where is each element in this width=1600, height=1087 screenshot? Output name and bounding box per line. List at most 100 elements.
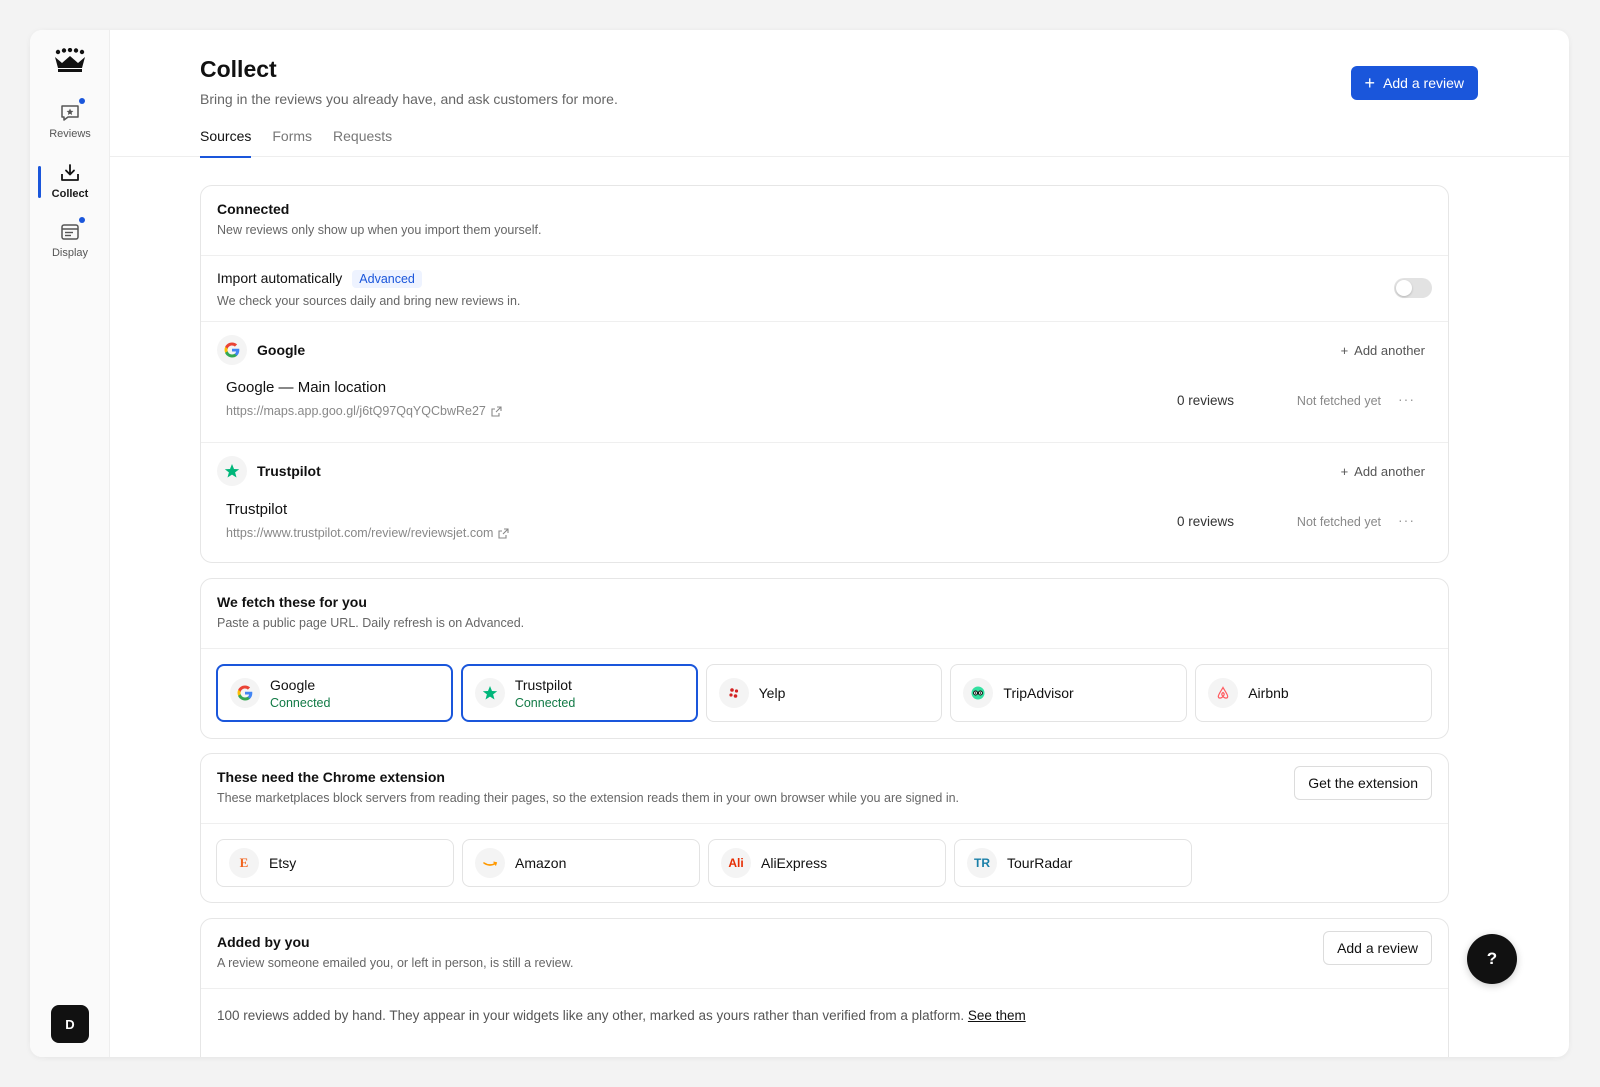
extension-platform-tiles: E Etsy Amazon Ali AliExpress TR TourRada…	[201, 824, 1448, 903]
tile-label: Trustpilot	[514, 676, 572, 693]
tile-label: Yelp	[758, 685, 786, 701]
add-another-google-button[interactable]: + Add another	[1341, 343, 1425, 358]
sidebar-item-display[interactable]: Display	[30, 217, 110, 271]
sidebar-item-label: Reviews	[49, 128, 91, 140]
source-row-google: Google + Add another Google — Main locati…	[201, 322, 1448, 443]
get-extension-button[interactable]: Get the extension	[1294, 766, 1432, 800]
tab-forms[interactable]: Forms	[272, 128, 312, 158]
sidebar-item-collect[interactable]: Collect	[30, 162, 110, 212]
tile-label: Airbnb	[1248, 685, 1289, 701]
source-heading: Google	[217, 335, 305, 365]
card-title: These need the Chrome extension	[217, 769, 445, 785]
import-automatically-row: Import automatically Advanced We check yo…	[201, 256, 1448, 322]
extension-header: These need the Chrome extension These ma…	[201, 754, 1448, 824]
more-options-icon[interactable]: ···	[1398, 512, 1415, 528]
owl-icon	[963, 678, 994, 708]
page-subtitle: Bring in the reviews you already have, a…	[200, 91, 618, 107]
platform-tile-tourradar[interactable]: TR TourRadar	[954, 839, 1192, 887]
plus-icon: +	[1364, 73, 1376, 93]
see-them-link[interactable]: See them	[968, 1008, 1026, 1023]
layout-icon	[59, 217, 85, 243]
platform-tile-trustpilot[interactable]: Trustpilot Connected	[460, 664, 698, 722]
plus-icon: +	[1340, 464, 1349, 479]
avatar[interactable]: D	[51, 1005, 89, 1043]
app-window: Reviews Collect Display D Collect Bring …	[30, 30, 1569, 1057]
tile-label: AliExpress	[761, 855, 828, 871]
external-link-icon[interactable]	[498, 527, 510, 539]
star-icon	[474, 678, 505, 708]
notification-dot	[79, 98, 85, 104]
add-review-secondary-button[interactable]: Add a review	[1323, 931, 1432, 965]
tab-sources[interactable]: Sources	[200, 128, 252, 158]
import-auto-title: Import automatically	[217, 270, 343, 286]
platform-tile-yelp[interactable]: Yelp	[705, 664, 943, 722]
add-another-trustpilot-button[interactable]: + Add another	[1341, 464, 1425, 479]
connected-card: Connected New reviews only show up when …	[200, 185, 1449, 563]
platform-tile-amazon[interactable]: Amazon	[462, 839, 700, 887]
location-title: Trustpilot	[226, 501, 288, 518]
fetch-status: Not fetched yet	[1296, 515, 1381, 529]
location-title: Google — Main location	[226, 379, 387, 396]
fetch-platform-tiles: Google Connected Trustpilot Connected Ye…	[201, 649, 1448, 738]
aliexpress-icon: Ali	[721, 848, 751, 878]
page-title: Collect	[200, 56, 277, 82]
help-button[interactable]: ?	[1467, 934, 1517, 984]
card-title: Added by you	[217, 934, 310, 950]
platform-tile-aliexpress[interactable]: Ali AliExpress	[708, 839, 946, 887]
import-auto-title-line: Import automatically Advanced	[217, 270, 1432, 288]
add-review-button[interactable]: + Add a review	[1350, 66, 1478, 100]
source-name: Trustpilot	[257, 463, 321, 479]
import-auto-toggle[interactable]	[1394, 278, 1432, 298]
add-review-label: Add a review	[1383, 75, 1464, 91]
tourradar-icon: TR	[967, 848, 997, 878]
source-row-trustpilot: Trustpilot + Add another Trustpilot https…	[201, 443, 1448, 563]
tile-label: TripAdvisor	[1003, 685, 1074, 701]
fetch-header: We fetch these for you Paste a public pa…	[201, 579, 1448, 649]
location-url[interactable]: https://www.trustpilot.com/review/review…	[226, 526, 493, 540]
tile-label: Etsy	[269, 855, 297, 871]
etsy-icon: E	[229, 848, 259, 878]
location-url[interactable]: https://maps.app.goo.gl/j6tQ97QqYQCbwRe2…	[226, 404, 486, 418]
add-another-label: Add another	[1354, 343, 1425, 358]
tab-bar: Sources Forms Requests	[200, 128, 392, 158]
review-count: 0 reviews	[1176, 393, 1234, 408]
tab-requests[interactable]: Requests	[333, 128, 392, 158]
location-url-line: https://www.trustpilot.com/review/review…	[226, 526, 510, 540]
google-icon	[217, 335, 247, 365]
sidebar-item-label: Display	[51, 247, 89, 259]
tile-label: Google	[270, 676, 316, 693]
download-icon	[59, 162, 81, 184]
notification-dot	[79, 217, 85, 223]
platform-tile-etsy[interactable]: E Etsy	[216, 839, 454, 887]
manual-note: 100 reviews added by hand. They appear i…	[201, 989, 1448, 1042]
location-url-line: https://maps.app.goo.gl/j6tQ97QqYQCbwRe2…	[226, 404, 502, 418]
external-link-icon[interactable]	[491, 405, 502, 417]
platform-tile-tripadvisor[interactable]: TripAdvisor	[950, 664, 1188, 722]
card-description: New reviews only show up when you import…	[217, 223, 542, 237]
import-auto-description: We check your sources daily and bring ne…	[217, 294, 521, 308]
sidebar-item-label: Collect	[51, 188, 89, 200]
crown-icon[interactable]	[52, 48, 88, 74]
advanced-badge: Advanced	[352, 270, 422, 288]
tile-status: Connected	[270, 695, 331, 710]
card-description: These marketplaces block servers from re…	[217, 791, 960, 805]
source-name: Google	[257, 342, 306, 358]
sidebar-item-reviews[interactable]: Reviews	[30, 98, 110, 152]
platform-tile-airbnb[interactable]: Airbnb	[1195, 664, 1433, 722]
amazon-icon	[475, 848, 505, 878]
card-description: A review someone emailed you, or left in…	[217, 956, 574, 970]
sidebar: Reviews Collect Display D	[30, 30, 110, 1057]
google-icon	[230, 678, 260, 708]
location-info: Google — Main location https://maps.app.…	[226, 379, 502, 418]
tile-label: TourRadar	[1007, 855, 1073, 871]
star-icon	[217, 456, 247, 486]
platform-tile-google[interactable]: Google Connected	[216, 664, 453, 722]
more-options-icon[interactable]: ···	[1398, 391, 1415, 407]
fetch-card: We fetch these for you Paste a public pa…	[200, 578, 1449, 739]
extension-card: These need the Chrome extension These ma…	[200, 753, 1449, 903]
page-header: Collect Bring in the reviews you already…	[110, 30, 1569, 158]
card-description: Paste a public page URL. Daily refresh i…	[217, 616, 525, 630]
add-another-label: Add another	[1354, 464, 1425, 479]
tile-label: Amazon	[515, 855, 567, 871]
manual-card: Added by you A review someone emailed yo…	[200, 918, 1449, 1057]
